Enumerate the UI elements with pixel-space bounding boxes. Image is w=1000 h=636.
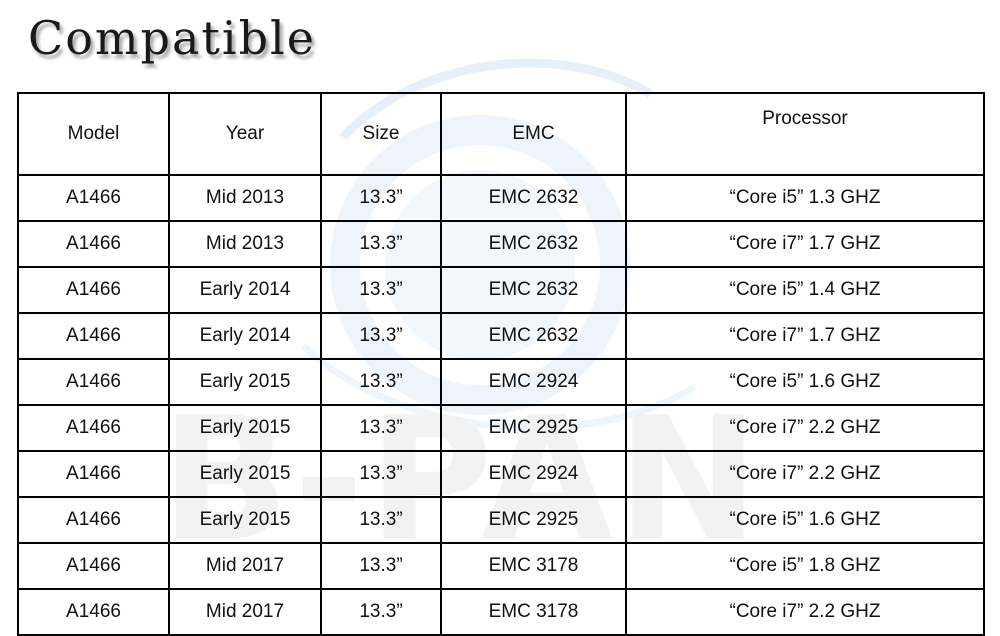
table-row: A1466 Early 2015 13.3” EMC 2924 “Core i7” 2.…	[17, 450, 985, 498]
cell-processor: “Core i7” 2.2 GHZ	[625, 404, 985, 452]
cell-size: 13.3”	[320, 358, 442, 406]
cell-size: 13.3”	[320, 588, 442, 636]
cell-year: Early 2014	[168, 266, 322, 314]
cell-processor: “Core i5” 1.8 GHZ	[625, 542, 985, 590]
table-row: A1466 Mid 2013 13.3” EMC 2632 “Core i5” 1.3 …	[17, 174, 985, 222]
cell-size: 13.3”	[320, 266, 442, 314]
compatibility-table: Model Year Size EMC Processor A1466 Mid 2…	[17, 92, 985, 636]
column-header-model: Model	[17, 92, 170, 176]
table-body: A1466 Mid 2013 13.3” EMC 2632 “Core i5” 1.3 …	[17, 174, 985, 636]
table-row: A1466 Early 2015 13.3” EMC 2924 “Core i5” 1.…	[17, 358, 985, 406]
column-header-year: Year	[168, 92, 322, 176]
page-title: Compatible	[28, 11, 316, 65]
cell-processor: “Core i7” 1.7 GHZ	[625, 220, 985, 268]
cell-processor: “Core i5” 1.6 GHZ	[625, 496, 985, 544]
cell-size: 13.3”	[320, 174, 442, 222]
cell-processor: “Core i5” 1.6 GHZ	[625, 358, 985, 406]
cell-emc: EMC 3178	[440, 542, 627, 590]
cell-processor: “Core i5” 1.3 GHZ	[625, 174, 985, 222]
cell-size: 13.3”	[320, 220, 442, 268]
table-row: A1466 Early 2014 13.3” EMC 2632 “Core i7” 1.…	[17, 312, 985, 360]
cell-year: Mid 2013	[168, 174, 322, 222]
cell-emc: EMC 2632	[440, 266, 627, 314]
cell-emc: EMC 2924	[440, 358, 627, 406]
column-header-emc: EMC	[440, 92, 627, 176]
cell-processor: “Core i7” 2.2 GHZ	[625, 450, 985, 498]
table-row: A1466 Early 2015 13.3” EMC 2925 “Core i7” 2.…	[17, 404, 985, 452]
table-header-row: Model Year Size EMC Processor	[17, 92, 985, 176]
cell-model: A1466	[17, 450, 170, 498]
cell-model: A1466	[17, 496, 170, 544]
table-header: Model Year Size EMC Processor	[17, 92, 985, 176]
cell-emc: EMC 2924	[440, 450, 627, 498]
cell-size: 13.3”	[320, 404, 442, 452]
cell-processor: “Core i7” 2.2 GHZ	[625, 588, 985, 636]
cell-year: Mid 2017	[168, 542, 322, 590]
cell-emc: EMC 2925	[440, 496, 627, 544]
cell-emc: EMC 2632	[440, 312, 627, 360]
cell-model: A1466	[17, 542, 170, 590]
cell-emc: EMC 2632	[440, 220, 627, 268]
cell-processor: “Core i7” 1.7 GHZ	[625, 312, 985, 360]
cell-year: Early 2014	[168, 312, 322, 360]
table-row: A1466 Mid 2013 13.3” EMC 2632 “Core i7” 1.7 …	[17, 220, 985, 268]
cell-year: Early 2015	[168, 358, 322, 406]
cell-processor: “Core i5” 1.4 GHZ	[625, 266, 985, 314]
table-row: A1466 Early 2015 13.3” EMC 2925 “Core i5” 1.…	[17, 496, 985, 544]
column-header-processor: Processor	[625, 92, 985, 176]
cell-year: Early 2015	[168, 496, 322, 544]
cell-model: A1466	[17, 220, 170, 268]
cell-emc: EMC 2925	[440, 404, 627, 452]
column-header-size: Size	[320, 92, 442, 176]
cell-emc: EMC 2632	[440, 174, 627, 222]
cell-model: A1466	[17, 174, 170, 222]
cell-model: A1466	[17, 404, 170, 452]
cell-year: Mid 2017	[168, 588, 322, 636]
cell-size: 13.3”	[320, 496, 442, 544]
cell-year: Early 2015	[168, 450, 322, 498]
table-row: A1466 Early 2014 13.3” EMC 2632 “Core i5” 1.…	[17, 266, 985, 314]
cell-model: A1466	[17, 358, 170, 406]
cell-size: 13.3”	[320, 542, 442, 590]
cell-size: 13.3”	[320, 450, 442, 498]
table-row: A1466 Mid 2017 13.3” EMC 3178 “Core i5” 1.8 …	[17, 542, 985, 590]
cell-emc: EMC 3178	[440, 588, 627, 636]
cell-model: A1466	[17, 588, 170, 636]
cell-model: A1466	[17, 266, 170, 314]
cell-year: Mid 2013	[168, 220, 322, 268]
cell-year: Early 2015	[168, 404, 322, 452]
cell-size: 13.3”	[320, 312, 442, 360]
table-row: A1466 Mid 2017 13.3” EMC 3178 “Core i7” 2.2 …	[17, 588, 985, 636]
cell-model: A1466	[17, 312, 170, 360]
